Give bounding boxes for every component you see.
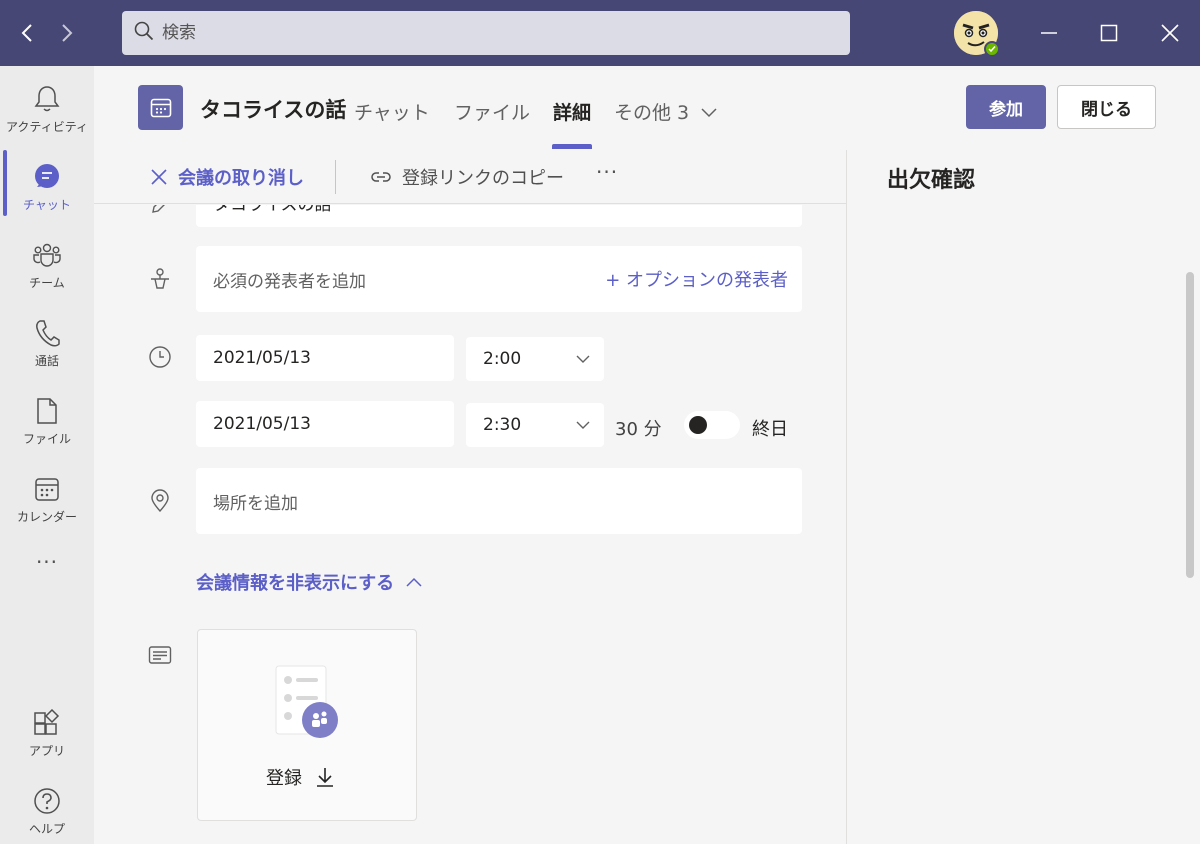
rail-item-apps[interactable]: アプリ xyxy=(0,696,94,766)
minimize-icon[interactable] xyxy=(1034,18,1064,48)
attendance-panel: 出欠確認 xyxy=(846,150,1200,844)
teams-icon xyxy=(32,238,62,272)
rail-item-help[interactable]: ヘルプ xyxy=(0,774,94,844)
avatar[interactable] xyxy=(954,11,1000,57)
presenter-icon xyxy=(148,268,172,292)
rail-item-calendar[interactable]: カレンダー xyxy=(0,462,94,532)
join-button[interactable]: 参加 xyxy=(966,85,1046,129)
tab-more-label: その他 3 xyxy=(614,102,690,124)
end-date-field[interactable]: 2021/05/13 xyxy=(196,401,454,447)
rail-item-calls[interactable]: 通話 xyxy=(0,306,94,376)
attendance-title: 出欠確認 xyxy=(887,168,976,193)
forward-icon[interactable] xyxy=(54,20,80,46)
rail-label: チーム xyxy=(29,276,65,290)
tab-chat[interactable]: チャット xyxy=(354,98,430,125)
title-bar xyxy=(0,0,1200,66)
registration-download-button[interactable]: 登録 xyxy=(266,764,334,790)
calendar-icon xyxy=(34,472,60,506)
registration-label: 登録 xyxy=(266,768,302,789)
available-status-icon xyxy=(984,41,1000,57)
search-box[interactable] xyxy=(122,11,850,55)
end-time-value: 2:30 xyxy=(483,415,522,435)
toolbar-divider xyxy=(335,160,336,194)
registration-form-icon xyxy=(275,665,338,738)
search-input[interactable] xyxy=(162,23,762,43)
rail-item-chat[interactable]: チャット xyxy=(0,150,94,220)
end-time-select[interactable]: 2:30 xyxy=(466,403,604,447)
rail-item-files[interactable]: ファイル xyxy=(0,384,94,454)
tab-files[interactable]: ファイル xyxy=(454,98,530,125)
back-icon[interactable] xyxy=(14,20,40,46)
chevron-down-icon xyxy=(576,349,590,369)
close-icon xyxy=(150,168,168,186)
rail-label: アプリ xyxy=(28,744,65,758)
presenter-placeholder: 必須の発表者を追加 xyxy=(213,271,366,292)
link-icon xyxy=(370,170,392,184)
meeting-header: タコライスの話 チャット ファイル 詳細 その他 3 参加 閉じる xyxy=(94,66,1200,150)
hide-meeting-info-link[interactable]: 会議情報を非表示にする xyxy=(196,569,422,595)
chevron-up-icon xyxy=(406,577,422,587)
search-icon xyxy=(134,21,154,45)
close-button[interactable]: 閉じる xyxy=(1057,85,1156,129)
more-icon: ··· xyxy=(35,550,59,574)
maximize-icon[interactable] xyxy=(1094,18,1124,48)
copy-registration-link-button[interactable]: 登録リンクのコピー xyxy=(370,164,564,190)
rail-label: ヘルプ xyxy=(28,822,65,836)
chat-icon xyxy=(32,160,62,194)
app-rail: アクティビティ チャット チーム 通話 ファイル カレンダー ··· アプリ ヘ… xyxy=(0,66,94,844)
all-day-toggle[interactable] xyxy=(684,411,740,439)
rail-label: チャット xyxy=(23,198,71,212)
meeting-details-form: タコライスの話 必須の発表者を追加 + オプションの発表者 2021/05/13… xyxy=(94,205,846,844)
description-icon xyxy=(148,643,172,667)
start-time-value: 2:00 xyxy=(483,349,522,369)
apps-icon xyxy=(33,706,61,740)
start-time-select[interactable]: 2:00 xyxy=(466,337,604,381)
rail-label: ファイル xyxy=(22,432,71,446)
tab-details[interactable]: 詳細 xyxy=(553,98,591,125)
close-window-icon[interactable] xyxy=(1155,18,1185,48)
meeting-title-field[interactable]: タコライスの話 xyxy=(196,205,802,227)
rail-label: 通話 xyxy=(34,354,59,368)
scrollbar[interactable] xyxy=(1186,272,1194,578)
rail-item-teams[interactable]: チーム xyxy=(0,228,94,298)
cancel-meeting-label: 会議の取り消し xyxy=(178,168,304,189)
meeting-calendar-icon xyxy=(138,85,183,130)
rail-more-button[interactable]: ··· xyxy=(0,544,94,584)
hide-info-label: 会議情報を非表示にする xyxy=(196,573,395,594)
start-date-field[interactable]: 2021/05/13 xyxy=(196,335,454,381)
location-pin-icon xyxy=(148,489,172,513)
chevron-down-icon xyxy=(576,415,590,435)
rail-item-activity[interactable]: アクティビティ xyxy=(0,72,94,142)
meeting-title: タコライスの話 xyxy=(200,98,347,122)
presenter-field[interactable]: 必須の発表者を追加 + オプションの発表者 xyxy=(196,246,802,312)
clock-icon xyxy=(148,345,172,369)
bell-icon xyxy=(34,82,60,116)
optional-presenter-link[interactable]: + オプションの発表者 xyxy=(605,266,788,292)
chevron-down-icon xyxy=(701,101,717,123)
toolbar-more-button[interactable]: ··· xyxy=(596,160,618,184)
toggle-knob xyxy=(689,416,707,434)
phone-icon xyxy=(34,316,60,350)
file-icon xyxy=(35,394,59,428)
cancel-meeting-button[interactable]: 会議の取り消し xyxy=(150,164,304,190)
help-icon xyxy=(33,784,61,818)
pencil-icon xyxy=(148,205,172,217)
copy-link-label: 登録リンクのコピー xyxy=(402,168,564,189)
meeting-toolbar: 会議の取り消し 登録リンクのコピー ··· xyxy=(94,150,846,204)
rail-label: カレンダー xyxy=(16,510,77,524)
tab-more[interactable]: その他 3 xyxy=(614,98,717,125)
duration-label: 30 分 xyxy=(615,419,662,440)
tab-active-underline xyxy=(552,144,592,149)
rail-label: アクティビティ xyxy=(6,120,88,134)
registration-card[interactable]: 登録 xyxy=(197,629,417,821)
all-day-label: 終日 xyxy=(752,419,788,440)
download-icon xyxy=(316,766,334,788)
location-field[interactable]: 場所を追加 xyxy=(196,468,802,534)
